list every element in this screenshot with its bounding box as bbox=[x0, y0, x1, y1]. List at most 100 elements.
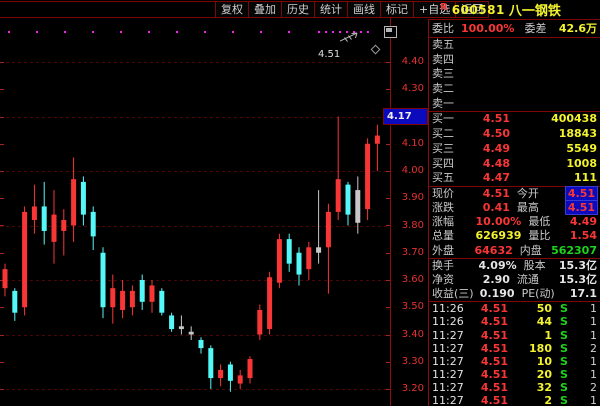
candle-body bbox=[326, 212, 331, 247]
stat-row: 涨幅10.00%最低4.49 bbox=[432, 215, 597, 229]
stat-label: PE(动) bbox=[522, 287, 557, 301]
sell-level-row[interactable]: 卖二 bbox=[432, 82, 597, 97]
stat-value: 4.51 bbox=[554, 201, 597, 215]
trade-volume: 180 bbox=[508, 342, 552, 355]
trade-volume: 10 bbox=[508, 355, 552, 368]
candle-body bbox=[297, 253, 302, 275]
weibi-row: 委比 100.00% 委差 42.6万 bbox=[432, 20, 597, 37]
trade-count: 1 bbox=[578, 302, 597, 315]
buy-level-row[interactable]: 买二4.5018843 bbox=[432, 127, 597, 142]
buy-level-price: 4.50 bbox=[468, 127, 510, 142]
buy-level-volume: 18843 bbox=[510, 127, 597, 142]
candle-body bbox=[61, 220, 66, 231]
trade-row: 11:274.5132S2 bbox=[432, 381, 597, 394]
candle-body bbox=[101, 253, 106, 308]
stat-value: 2.90 bbox=[483, 273, 510, 287]
trade-time: 11:26 bbox=[432, 315, 466, 328]
candle-body bbox=[81, 182, 86, 215]
trade-time: 11:27 bbox=[432, 381, 466, 394]
candle-body bbox=[140, 280, 145, 302]
axis-price-label: 3.80 bbox=[391, 220, 424, 232]
kline-chart[interactable] bbox=[0, 18, 391, 406]
axis-price-label: 3.30 bbox=[391, 356, 424, 368]
sell-level-row[interactable]: 卖四 bbox=[432, 53, 597, 68]
toolbar-button[interactable]: 复权 bbox=[215, 1, 249, 18]
toolbar-button[interactable]: 历史 bbox=[281, 1, 315, 18]
trade-price: 4.51 bbox=[466, 394, 508, 406]
toolbar-button[interactable]: 叠加 bbox=[248, 1, 282, 18]
stats-section-fundamental: 换手4.09%股本15.3亿净资2.90流通15.3亿收益(三)0.190PE(… bbox=[429, 259, 600, 303]
buy-level-price: 4.47 bbox=[468, 171, 510, 186]
stat-label: 外盘 bbox=[432, 244, 474, 258]
buy-level-price: 4.49 bbox=[468, 142, 510, 157]
annotation-arrow-head bbox=[352, 33, 358, 34]
stat-value-text: 4.49 bbox=[570, 215, 597, 228]
stat-value-text: 4.51 bbox=[566, 187, 597, 200]
trade-price: 4.51 bbox=[466, 368, 508, 381]
limit-up-annotation-label: 4.51 bbox=[318, 49, 340, 60]
candle-body bbox=[218, 370, 223, 378]
sell-level-row[interactable]: 卖一 bbox=[432, 97, 597, 112]
stat-value: 0.41 bbox=[483, 201, 510, 215]
axis-price-label: 3.60 bbox=[391, 274, 424, 286]
toolbar-button[interactable]: 画线 bbox=[347, 1, 381, 18]
buy-level-volume: 5549 bbox=[510, 142, 597, 157]
buy-level-row[interactable]: 买一4.51400438 bbox=[432, 112, 597, 127]
stat-value: 4.49 bbox=[560, 215, 597, 229]
weibi-value: 100.00% bbox=[461, 20, 514, 37]
trade-time: 11:27 bbox=[432, 368, 466, 381]
buy-level-row[interactable]: 买三4.495549 bbox=[432, 142, 597, 157]
trade-time: 11:27 bbox=[432, 355, 466, 368]
axis-price-label: 3.20 bbox=[391, 383, 424, 395]
kline-chart-area[interactable]: 4.51 bbox=[0, 18, 391, 406]
candle-body bbox=[346, 185, 351, 215]
stat-label: 流通 bbox=[517, 273, 554, 287]
candle-body bbox=[169, 315, 174, 329]
candle-body bbox=[336, 179, 341, 212]
stat-row: 现价4.51今开4.51 bbox=[432, 187, 597, 201]
axis-price-label: 3.40 bbox=[391, 329, 424, 341]
stat-row: 涨跌0.41最高4.51 bbox=[432, 201, 597, 215]
trade-side: S bbox=[560, 315, 578, 328]
axis-price-label: 4.00 bbox=[391, 165, 424, 177]
stock-code: 600581 bbox=[452, 3, 505, 17]
quote-panel: 委比 100.00% 委差 42.6万 卖五卖四卖三卖二卖一 买一4.51400… bbox=[428, 19, 600, 406]
top-toolbar: 复权叠加历史统计画线标记+自选返回 R 600581 八一钢铁 bbox=[0, 0, 600, 19]
trade-count: 1 bbox=[578, 315, 597, 328]
stats-section-price: 现价4.51今开4.51涨跌0.41最高4.51涨幅10.00%最低4.49总量… bbox=[429, 187, 600, 259]
sell-level-row[interactable]: 卖五 bbox=[432, 38, 597, 53]
trade-price: 4.51 bbox=[466, 355, 508, 368]
candle-body bbox=[91, 212, 96, 237]
buy-level-row[interactable]: 买四4.481008 bbox=[432, 157, 597, 172]
trade-count: 2 bbox=[578, 381, 597, 394]
stat-value: 17.1 bbox=[557, 287, 597, 301]
stat-value: 15.3亿 bbox=[554, 273, 597, 287]
restore-window-icon[interactable] bbox=[384, 26, 397, 38]
trade-count: 2 bbox=[578, 342, 597, 355]
stat-value-text: 562307 bbox=[551, 244, 597, 257]
buy-level-row[interactable]: 买五4.47111 bbox=[432, 171, 597, 186]
trade-row: 11:274.5110S1 bbox=[432, 355, 597, 368]
trade-volume: 44 bbox=[508, 315, 552, 328]
trade-side: S bbox=[560, 394, 578, 406]
trade-row: 11:264.5144S1 bbox=[432, 315, 597, 328]
buy-levels-section: 买一4.51400438买二4.5018843买三4.495549买四4.481… bbox=[429, 112, 600, 186]
stat-label: 最高 bbox=[517, 201, 554, 215]
toolbar-button[interactable]: 标记 bbox=[380, 1, 414, 18]
stat-value: 10.00% bbox=[476, 215, 522, 229]
sell-levels-section: 卖五卖四卖三卖二卖一 bbox=[429, 38, 600, 112]
sell-level-label: 卖五 bbox=[432, 38, 468, 53]
stat-value: 4.51 bbox=[554, 187, 597, 201]
axis-price-label: 4.40 bbox=[391, 56, 424, 68]
candle-body bbox=[365, 144, 370, 209]
trade-price: 4.51 bbox=[466, 381, 508, 394]
stat-value-text: 17.1 bbox=[570, 287, 597, 300]
buy-level-label: 买二 bbox=[432, 127, 468, 142]
time-sales-list: 11:264.5150S111:264.5144S111:274.511S111… bbox=[429, 302, 600, 406]
candle-body bbox=[159, 291, 164, 313]
trade-volume: 20 bbox=[508, 368, 552, 381]
buy-level-label: 买一 bbox=[432, 112, 468, 127]
sell-level-row[interactable]: 卖三 bbox=[432, 67, 597, 82]
trade-price: 4.51 bbox=[466, 302, 508, 315]
toolbar-button[interactable]: 统计 bbox=[314, 1, 348, 18]
